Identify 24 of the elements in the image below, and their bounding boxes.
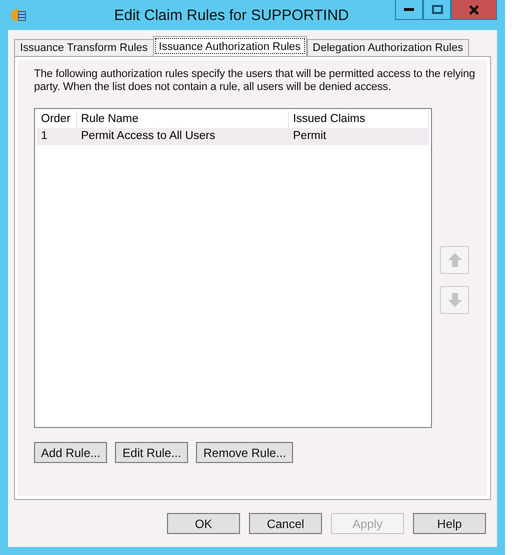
rule-button[interactable]: Edit Rule... (115, 442, 188, 463)
description-text: The following authorization rules specify the users that will be permitted access to the relying party. When the list does not contain a rule, all users will be denied access. (34, 68, 475, 94)
tab[interactable]: Issuance Transform Rules (14, 39, 154, 56)
minimize-icon (404, 8, 414, 12)
rule-button[interactable]: Add Rule... (34, 442, 108, 463)
row-text: 1 (40, 129, 48, 144)
maximize-icon (432, 5, 442, 14)
app-icon (10, 6, 28, 24)
minimize-button[interactable] (395, 0, 423, 20)
tab[interactable]: Delegation Authorization Rules (306, 39, 470, 56)
arrow-up-icon (446, 252, 462, 268)
row-text: Permit (292, 129, 328, 144)
close-button[interactable] (451, 0, 497, 20)
dialog-button[interactable]: OK (167, 513, 240, 534)
maximize-button[interactable] (423, 0, 451, 20)
rule-button[interactable]: Remove Rule... (196, 442, 294, 463)
tab[interactable]: Issuance Authorization Rules (152, 36, 307, 56)
dialog-button[interactable]: Help (413, 513, 486, 534)
list-row[interactable]: 1 Permit Access to All Users Permit (37, 128, 429, 145)
dialog-button[interactable]: Cancel (249, 513, 322, 534)
window-title: Edit Claim Rules for SUPPORTIND (113, 6, 350, 24)
close-icon (469, 4, 479, 14)
arrow-down-icon (446, 292, 462, 308)
row-text: Permit Access to All Users (80, 129, 216, 144)
